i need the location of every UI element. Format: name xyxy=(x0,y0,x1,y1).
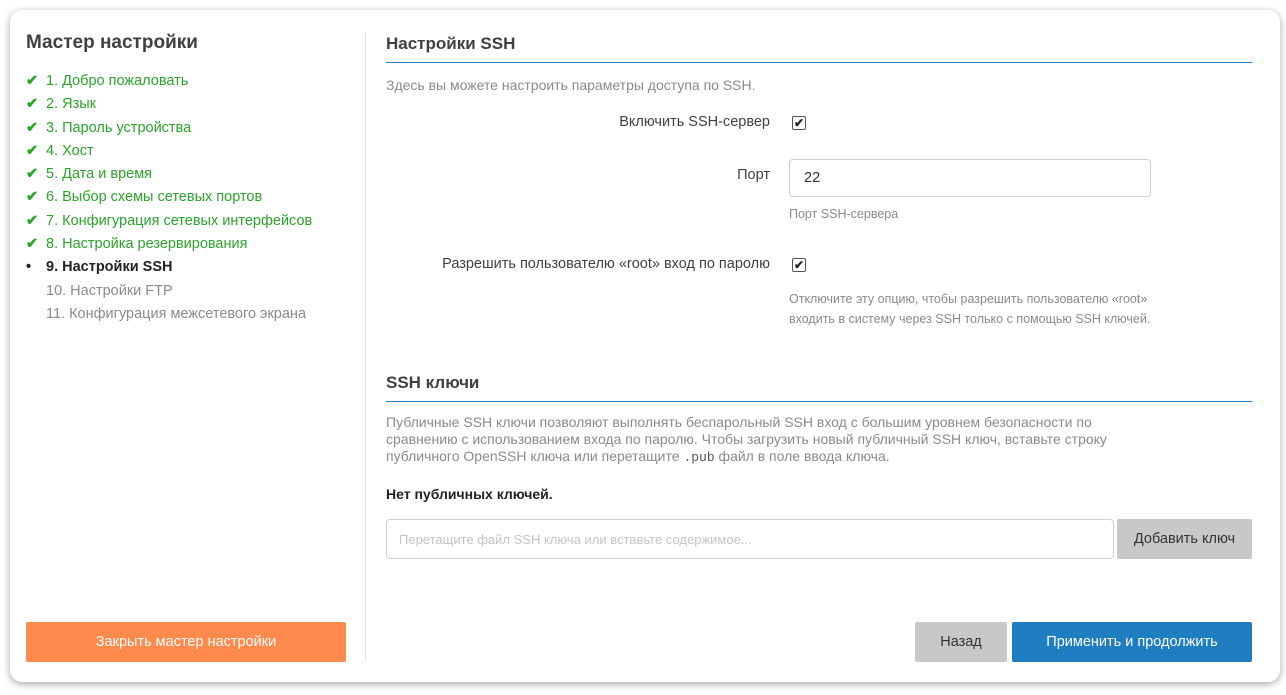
check-icon: ✔ xyxy=(26,189,39,206)
ssh-keys-title: SSH ключи xyxy=(386,373,1252,402)
port-label: Порт xyxy=(737,167,770,183)
ssh-settings-title: Настройки SSH xyxy=(386,34,1252,63)
apply-continue-button[interactable]: Применить и продолжить xyxy=(1012,622,1252,662)
step-ssh[interactable]: • 9. Настройки SSH xyxy=(26,256,312,279)
ssh-keys-desc-line1: Публичные SSH ключи позволяют выполнять … xyxy=(386,414,1092,430)
ssh-keys-desc-line2: сравнению с использованием входа по паро… xyxy=(386,431,1107,447)
ssh-key-input[interactable] xyxy=(386,519,1114,559)
step-port-scheme[interactable]: ✔ 6. Выбор схемы сетевых портов xyxy=(26,186,312,209)
root-login-label: Разрешить пользователю «root» вход по па… xyxy=(442,256,770,272)
bullet-icon: • xyxy=(26,259,32,276)
enable-ssh-checkbox[interactable]: ✔ xyxy=(792,116,806,130)
step-label: 4. Хост xyxy=(46,142,94,159)
sidebar-divider xyxy=(365,32,366,662)
check-icon: ✔ xyxy=(26,73,39,89)
root-login-hint-line1: Отключите эту опцию, чтобы разрешить пол… xyxy=(789,292,1148,306)
wizard-main: Настройки SSH Здесь вы можете настроить … xyxy=(386,10,1252,682)
ssh-keys-desc-line3: публичного OpenSSH ключа или перетащите … xyxy=(386,448,890,466)
port-input[interactable] xyxy=(789,159,1151,197)
step-welcome[interactable]: ✔ 1. Добро пожаловать xyxy=(26,70,312,93)
root-login-checkbox[interactable]: ✔ xyxy=(792,258,806,272)
close-wizard-button[interactable]: Закрыть мастер настройки xyxy=(26,622,346,662)
check-icon: ✔ xyxy=(26,166,39,183)
wizard-sidebar: Мастер настройки ✔ 1. Добро пожаловать ✔ 2… xyxy=(10,10,366,682)
add-key-button[interactable]: Добавить ключ xyxy=(1117,519,1252,559)
step-device-password[interactable]: ✔ 3. Пароль устройства xyxy=(26,117,312,140)
step-label: 10. Настройки FTP xyxy=(46,282,173,299)
check-icon: ✔ xyxy=(26,96,39,113)
check-icon: ✔ xyxy=(26,119,39,136)
enable-ssh-label: Включить SSH-сервер xyxy=(619,114,770,130)
step-firewall: 11. Конфигурация межсетевого экрана xyxy=(26,303,312,326)
step-backup[interactable]: ✔ 8. Настройка резервирования xyxy=(26,233,312,256)
root-login-hint-line2: входить в систему через SSH только с пом… xyxy=(789,312,1151,326)
step-date-time[interactable]: ✔ 5. Дата и время xyxy=(26,163,312,186)
step-network-interfaces[interactable]: ✔ 7. Конфигурация сетевых интерфейсов xyxy=(26,210,312,233)
step-label: 3. Пароль устройства xyxy=(46,119,192,136)
back-button[interactable]: Назад xyxy=(915,622,1007,662)
desc-text: файл в поле ввода ключа. xyxy=(714,448,890,464)
step-host[interactable]: ✔ 4. Хост xyxy=(26,140,312,163)
step-ftp: 10. Настройки FTP xyxy=(26,280,312,303)
pub-extension: .pub xyxy=(683,450,715,465)
desc-text: публичного OpenSSH ключа или перетащите xyxy=(386,448,684,464)
step-language[interactable]: ✔ 2. Язык xyxy=(26,93,312,116)
check-icon: ✔ xyxy=(26,212,39,229)
step-label: 6. Выбор схемы сетевых портов xyxy=(46,189,263,206)
check-icon: ✔ xyxy=(26,236,39,253)
step-label: 2. Язык xyxy=(46,96,97,113)
step-label: 8. Настройка резервирования xyxy=(46,236,248,253)
ssh-settings-description: Здесь вы можете настроить параметры дост… xyxy=(386,77,756,93)
step-label: 7. Конфигурация сетевых интерфейсов xyxy=(46,212,313,229)
step-label: 1. Добро пожаловать xyxy=(46,73,189,89)
check-icon: ✔ xyxy=(26,142,39,159)
step-label: 5. Дата и время xyxy=(46,166,153,183)
no-keys-message: Нет публичных ключей. xyxy=(386,486,553,502)
wizard-steps: ✔ 1. Добро пожаловать ✔ 2. Язык ✔ 3. Пароль… xyxy=(26,70,312,326)
port-hint: Порт SSH-сервера xyxy=(789,207,899,221)
step-label: 11. Конфигурация межсетевого экрана xyxy=(46,305,307,322)
sidebar-title: Мастер настройки xyxy=(26,32,198,53)
step-label: 9. Настройки SSH xyxy=(46,259,173,276)
wizard-card: Мастер настройки ✔ 1. Добро пожаловать ✔ 2… xyxy=(10,10,1280,682)
